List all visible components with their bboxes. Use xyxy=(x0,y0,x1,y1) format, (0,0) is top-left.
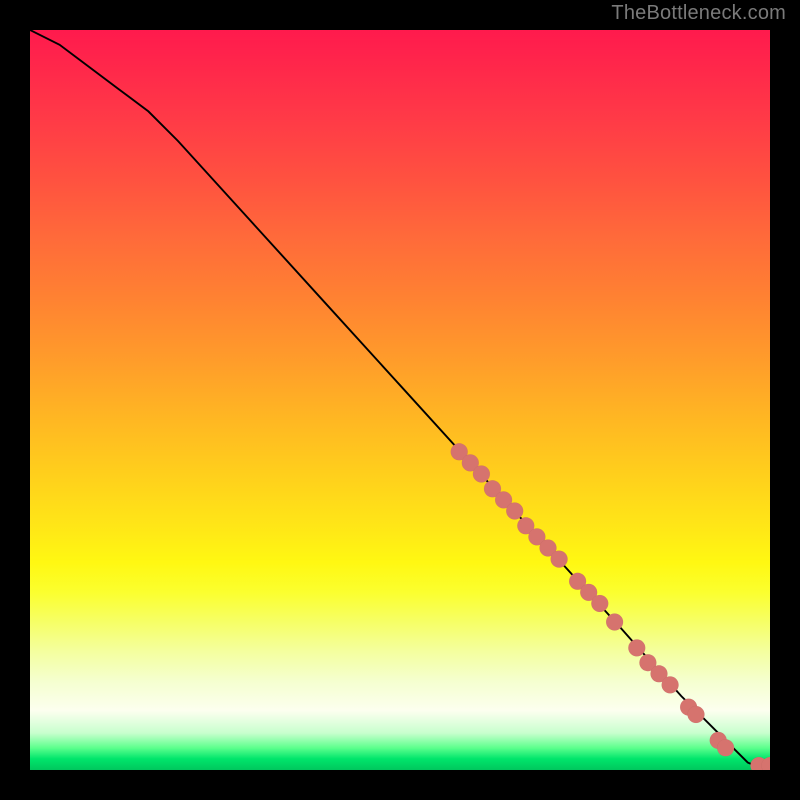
data-point xyxy=(687,706,704,723)
plot-area xyxy=(30,30,770,770)
data-point xyxy=(591,595,608,612)
chart-overlay xyxy=(30,30,770,770)
data-point xyxy=(717,739,734,756)
data-points xyxy=(451,443,770,770)
data-point xyxy=(551,551,568,568)
data-point xyxy=(506,502,523,519)
data-point xyxy=(606,613,623,630)
data-point xyxy=(473,465,490,482)
bottleneck-curve xyxy=(30,30,770,766)
attribution-text: TheBottleneck.com xyxy=(611,2,786,25)
data-point xyxy=(628,639,645,656)
chart-frame: TheBottleneck.com xyxy=(0,0,800,800)
data-point xyxy=(662,676,679,693)
